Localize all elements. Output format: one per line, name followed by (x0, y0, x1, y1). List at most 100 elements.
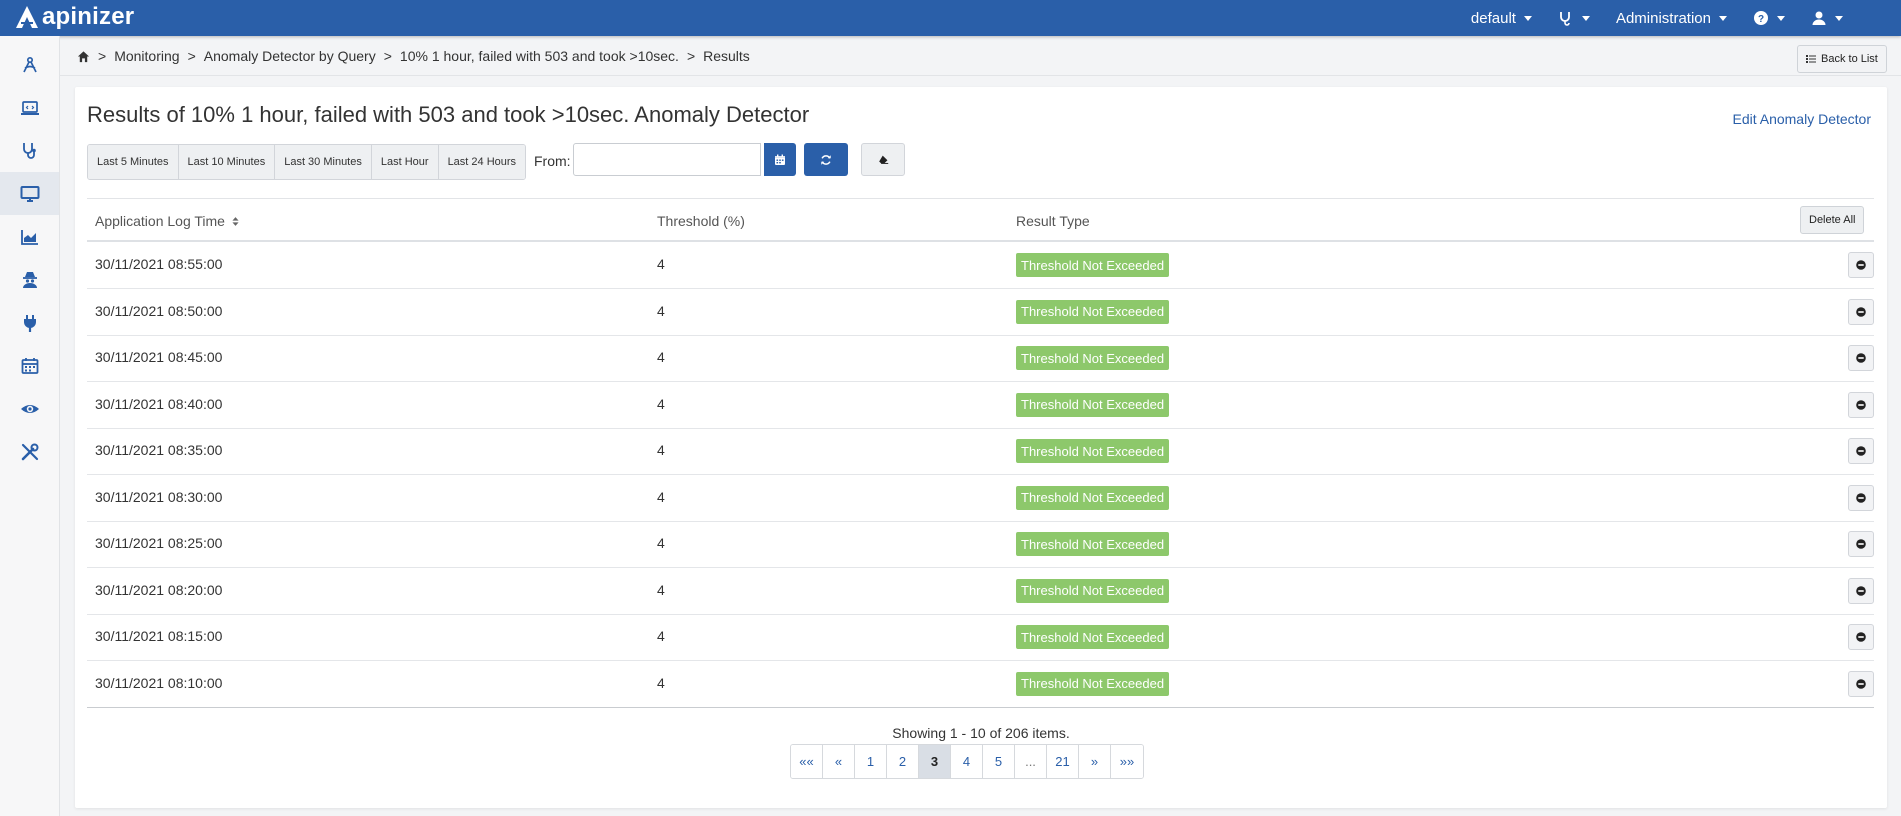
minus-circle-icon (1856, 585, 1866, 596)
delete-row-button[interactable] (1848, 252, 1874, 278)
result-type-badge: Threshold Not Exceeded (1016, 299, 1170, 324)
sidebar-item-scheduled-jobs[interactable] (0, 344, 59, 387)
home-icon[interactable] (77, 50, 90, 63)
monitor-icon (20, 185, 39, 202)
calendar-icon (21, 357, 38, 374)
page-button-5[interactable]: 5 (983, 745, 1015, 778)
table-row: 30/11/2021 08:50:00 4 Threshold Not Exceed… (87, 289, 1874, 336)
range-last-30-minutes-button[interactable]: Last 30 Minutes (275, 145, 372, 179)
project-dropdown[interactable]: default (1471, 10, 1532, 27)
page-button-21[interactable]: 21 (1047, 745, 1079, 778)
delete-row-button[interactable] (1848, 484, 1874, 511)
tools-icon (21, 443, 38, 460)
health-dropdown[interactable] (1558, 10, 1590, 26)
page-button-ellipsis: ... (1015, 745, 1047, 778)
apinizer-logo[interactable]: apinizer (14, 3, 134, 31)
delete-all-button[interactable]: Delete All (1800, 206, 1865, 234)
sidebar-item-connectors[interactable] (0, 301, 59, 344)
sidebar-item-development[interactable] (0, 86, 59, 129)
page-button-next[interactable]: » (1079, 745, 1111, 778)
delete-row-button[interactable] (1848, 438, 1874, 464)
refresh-button[interactable] (804, 143, 848, 176)
sidebar-item-health[interactable] (0, 129, 59, 172)
delete-row-button[interactable] (1848, 577, 1874, 604)
page-button-4[interactable]: 4 (951, 745, 983, 778)
cell-application-log-time: 30/11/2021 08:25:00 (95, 535, 223, 551)
delete-row-button[interactable] (1848, 298, 1874, 325)
plug-icon (23, 314, 36, 332)
result-type-badge: Threshold Not Exceeded (1016, 253, 1170, 277)
from-label: From: (534, 153, 571, 169)
user-icon (1812, 11, 1826, 25)
range-last-hour-button[interactable]: Last Hour (371, 145, 439, 179)
delete-row-button[interactable] (1848, 670, 1874, 697)
from-date-input[interactable] (573, 143, 761, 176)
cell-application-log-time: 30/11/2021 08:10:00 (95, 674, 223, 691)
help-dropdown[interactable]: ? (1753, 10, 1785, 26)
page-button-3[interactable]: 3 (919, 745, 951, 778)
page-button-first[interactable]: «« (791, 745, 823, 778)
divider (59, 75, 1901, 76)
result-type-badge: Threshold Not Exceeded (1016, 671, 1170, 696)
delete-row-button[interactable] (1848, 391, 1874, 418)
table-row: 30/11/2021 08:35:00 4 Threshold Not Exceed… (87, 428, 1874, 475)
minus-circle-icon (1856, 260, 1866, 270)
sidebar-item-design[interactable] (0, 43, 59, 86)
chevron-down-icon (1777, 15, 1785, 21)
result-type-badge: Threshold Not Exceeded (1016, 346, 1170, 370)
minus-circle-icon (1856, 446, 1866, 456)
range-last-5-minutes-button[interactable]: Last 5 Minutes (88, 145, 179, 179)
cell-threshold: 4 (657, 349, 665, 365)
delete-row-button[interactable] (1848, 624, 1874, 650)
cell-threshold: 4 (657, 628, 665, 644)
cell-application-log-time: 30/11/2021 08:40:00 (95, 395, 223, 412)
minus-circle-icon (1856, 632, 1866, 642)
edit-anomaly-detector-link[interactable]: Edit Anomaly Detector (1732, 111, 1871, 127)
page-button-last[interactable]: »» (1111, 745, 1143, 778)
delete-row-button[interactable] (1848, 345, 1874, 371)
delete-row-button[interactable] (1848, 531, 1874, 557)
breadcrumb-anomaly-detector[interactable]: Anomaly Detector by Query (204, 48, 376, 64)
cell-threshold: 4 (657, 442, 665, 458)
table-row: 30/11/2021 08:25:00 4 Threshold Not Exceed… (87, 521, 1874, 568)
back-to-list-label: Back to List (1821, 53, 1878, 65)
date-picker-button[interactable] (764, 143, 796, 176)
back-to-list-button[interactable]: Back to List (1797, 45, 1887, 73)
header-application-log-time-label: Application Log Time (95, 213, 225, 229)
cell-threshold: 4 (657, 488, 665, 505)
range-last-10-minutes-button[interactable]: Last 10 Minutes (178, 145, 276, 179)
page-button-prev[interactable]: « (823, 745, 855, 778)
range-last-24-hours-button[interactable]: Last 24 Hours (438, 145, 526, 179)
pagination: «« «1 2 3 4 5... 21»»» (790, 744, 1144, 779)
time-range-group: Last 5 Minutes Last 10 Minutes Last 30 M… (87, 144, 527, 180)
header-application-log-time[interactable]: Application Log Time (95, 213, 239, 229)
cell-threshold: 4 (657, 302, 665, 319)
sidebar-item-identity[interactable] (0, 258, 59, 301)
chevron-down-icon (1581, 15, 1590, 21)
result-type-badge: Threshold Not Exceeded (1016, 439, 1170, 463)
cell-threshold: 4 (657, 535, 665, 551)
user-dropdown[interactable] (1811, 10, 1843, 26)
result-type-badge: Threshold Not Exceeded (1016, 392, 1170, 417)
page-button-1[interactable]: 1 (855, 745, 887, 778)
page-button-2[interactable]: 2 (887, 745, 919, 778)
table-row: 30/11/2021 08:20:00 4 Threshold Not Exceed… (87, 568, 1874, 615)
sidebar-item-audit[interactable] (0, 387, 59, 430)
cell-application-log-time: 30/11/2021 08:45:00 (95, 349, 223, 365)
administration-dropdown[interactable]: Administration (1616, 10, 1727, 27)
clear-filter-button[interactable] (861, 143, 905, 176)
stethoscope-icon (22, 142, 36, 159)
stethoscope-icon (1560, 12, 1570, 26)
sidebar-item-analytics[interactable] (0, 215, 59, 258)
header-threshold: Threshold (%) (657, 213, 745, 229)
cell-application-log-time: 30/11/2021 08:20:00 (95, 581, 223, 598)
cell-application-log-time: 30/11/2021 08:30:00 (95, 488, 223, 505)
sidebar-item-settings[interactable] (0, 430, 59, 473)
breadcrumb-monitoring[interactable]: Monitoring (114, 48, 179, 64)
calendar-icon (775, 154, 785, 165)
cell-application-log-time: 30/11/2021 08:55:00 (95, 256, 223, 272)
sidebar-item-monitoring[interactable] (0, 172, 59, 215)
results-card: Results of 10% 1 hour, failed with 503 a… (75, 87, 1887, 808)
chevron-down-icon (1523, 15, 1532, 21)
breadcrumb-detector-name[interactable]: 10% 1 hour, failed with 503 and took >10… (400, 48, 679, 64)
